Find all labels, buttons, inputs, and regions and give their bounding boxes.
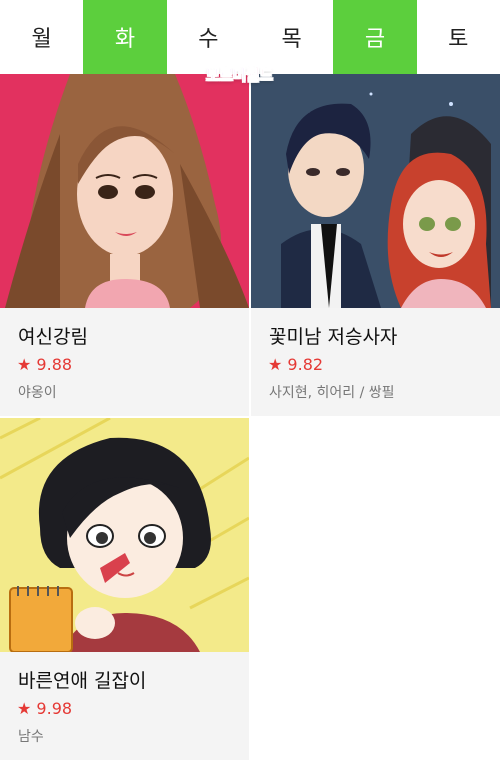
tab-fri[interactable]: 금 bbox=[333, 0, 417, 74]
comic-title: 바른연애 길잡이 bbox=[18, 670, 147, 692]
comic-info: 여신강림 ★ 9.88 야옹이 bbox=[0, 308, 249, 416]
comic-info: 바른연애 길잡이 ★ 9.98 남수 bbox=[0, 652, 249, 760]
tab-mon[interactable]: 월 bbox=[0, 0, 83, 74]
tab-tue[interactable]: 화 bbox=[83, 0, 167, 74]
tab-wed[interactable]: 수 bbox=[167, 0, 250, 74]
tab-thu[interactable]: 목 bbox=[250, 0, 333, 74]
comic-thumbnail bbox=[0, 418, 249, 652]
girl-with-notepad-portrait-icon bbox=[0, 418, 249, 652]
comic-thumbnail bbox=[251, 74, 500, 308]
comic-title: 여신강림 bbox=[18, 326, 88, 348]
comic-author: 사지현, 히어리 / 쌍필 bbox=[269, 385, 395, 401]
watermark-part1: 보르미 bbox=[206, 66, 247, 85]
comic-card[interactable]: 꽃미남 저승사자 ★ 9.82 사지현, 히어리 / 쌍필 bbox=[251, 74, 500, 416]
comic-card[interactable]: 여신강림 ★ 9.88 야옹이 bbox=[0, 74, 249, 416]
watermark-logo: 보르미월드 bbox=[206, 64, 274, 90]
tab-sat[interactable]: 토 bbox=[417, 0, 500, 74]
comic-card[interactable]: 바른연애 길잡이 ★ 9.98 남수 bbox=[0, 418, 249, 760]
couple-portrait-icon bbox=[251, 74, 500, 308]
comic-rating: ★ 9.88 bbox=[17, 355, 73, 374]
comic-thumbnail bbox=[0, 74, 249, 308]
weekday-tabs: 월 화 수 목 금 토 bbox=[0, 0, 500, 74]
comic-title: 꽃미남 저승사자 bbox=[269, 326, 398, 348]
comic-author: 야옹이 bbox=[18, 385, 57, 401]
comic-author: 남수 bbox=[18, 729, 44, 745]
woman-long-hair-portrait-icon bbox=[0, 74, 249, 308]
comic-info: 꽃미남 저승사자 ★ 9.82 사지현, 히어리 / 쌍필 bbox=[251, 308, 500, 416]
comic-rating: ★ 9.98 bbox=[17, 699, 73, 718]
watermark-part2: 월드 bbox=[245, 66, 274, 85]
comic-rating: ★ 9.82 bbox=[268, 355, 324, 374]
